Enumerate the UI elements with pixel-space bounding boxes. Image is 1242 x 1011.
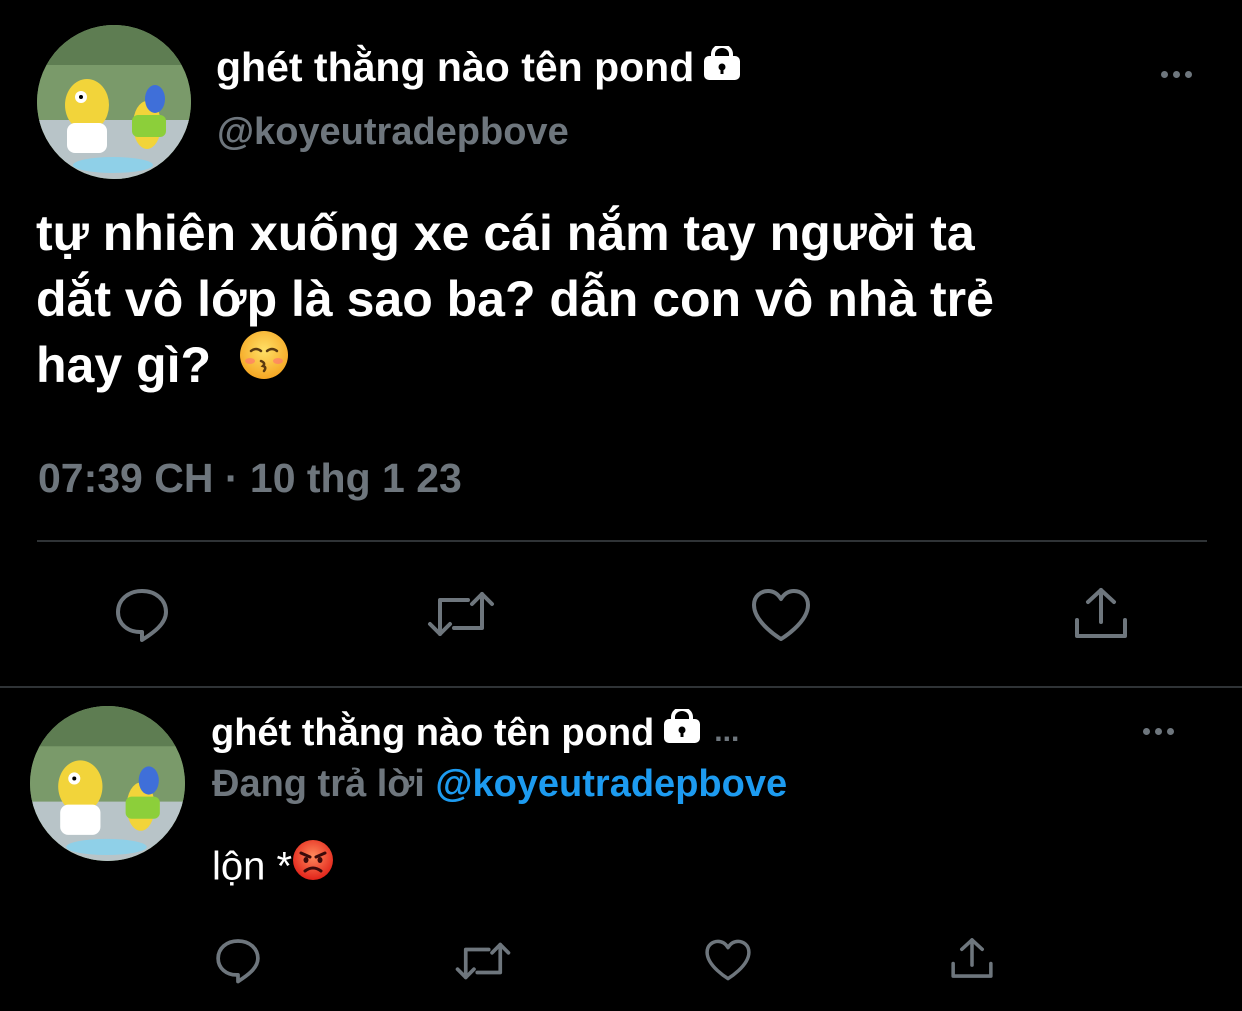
author-handle[interactable]: @koyeutradepbove	[217, 111, 569, 154]
replying-handle-link[interactable]: @koyeutradepbove	[435, 763, 787, 805]
replying-to: Đang trả lời @koyeutradepbove	[212, 763, 787, 806]
tweet-text-line: hay gì?	[36, 330, 1216, 402]
name-truncation: ...	[714, 715, 740, 748]
retweet-icon[interactable]	[454, 938, 512, 984]
tweet-text-tail: hay gì?	[36, 337, 212, 393]
share-icon[interactable]	[1073, 584, 1129, 642]
lock-icon	[662, 706, 702, 753]
author-name[interactable]: ghét thằng nào tên pond	[216, 43, 742, 94]
avatar[interactable]	[30, 706, 185, 861]
like-icon[interactable]	[750, 587, 812, 643]
reply-icon[interactable]	[113, 585, 171, 643]
lock-icon	[702, 43, 742, 90]
reply-author-name-text[interactable]: ghét thằng nào tên pond	[211, 712, 654, 754]
reply-icon[interactable]	[214, 936, 262, 984]
kissing-face-emoji-icon	[239, 330, 289, 396]
tweet-text-line: dắt vô lớp là sao ba? dẫn con vô nhà trẻ	[36, 271, 994, 327]
angry-face-emoji-icon	[292, 839, 334, 891]
author-name-text[interactable]: ghét thằng nào tên pond	[216, 44, 694, 90]
retweet-icon[interactable]	[426, 586, 496, 642]
reply-text-body: lộn *	[212, 844, 293, 889]
more-options-icon[interactable]	[1161, 71, 1192, 78]
avatar[interactable]	[37, 25, 191, 179]
tweet-text: tự nhiên xuống xe cái nắm tay người ta d…	[36, 200, 1216, 402]
divider	[37, 540, 1207, 542]
replying-prefix: Đang trả lời	[212, 763, 425, 805]
reply-text: lộn *	[212, 840, 334, 895]
share-icon[interactable]	[950, 935, 994, 981]
more-options-icon[interactable]	[1143, 728, 1174, 735]
tweet-text-line: tự nhiên xuống xe cái nắm tay người ta	[36, 205, 975, 261]
reply-author-name[interactable]: ghét thằng nào tên pond...	[211, 706, 740, 757]
like-icon[interactable]	[704, 938, 752, 982]
tweet-timestamp[interactable]: 07:39 CH · 10 thg 1 23	[38, 455, 462, 502]
divider	[0, 686, 1242, 688]
